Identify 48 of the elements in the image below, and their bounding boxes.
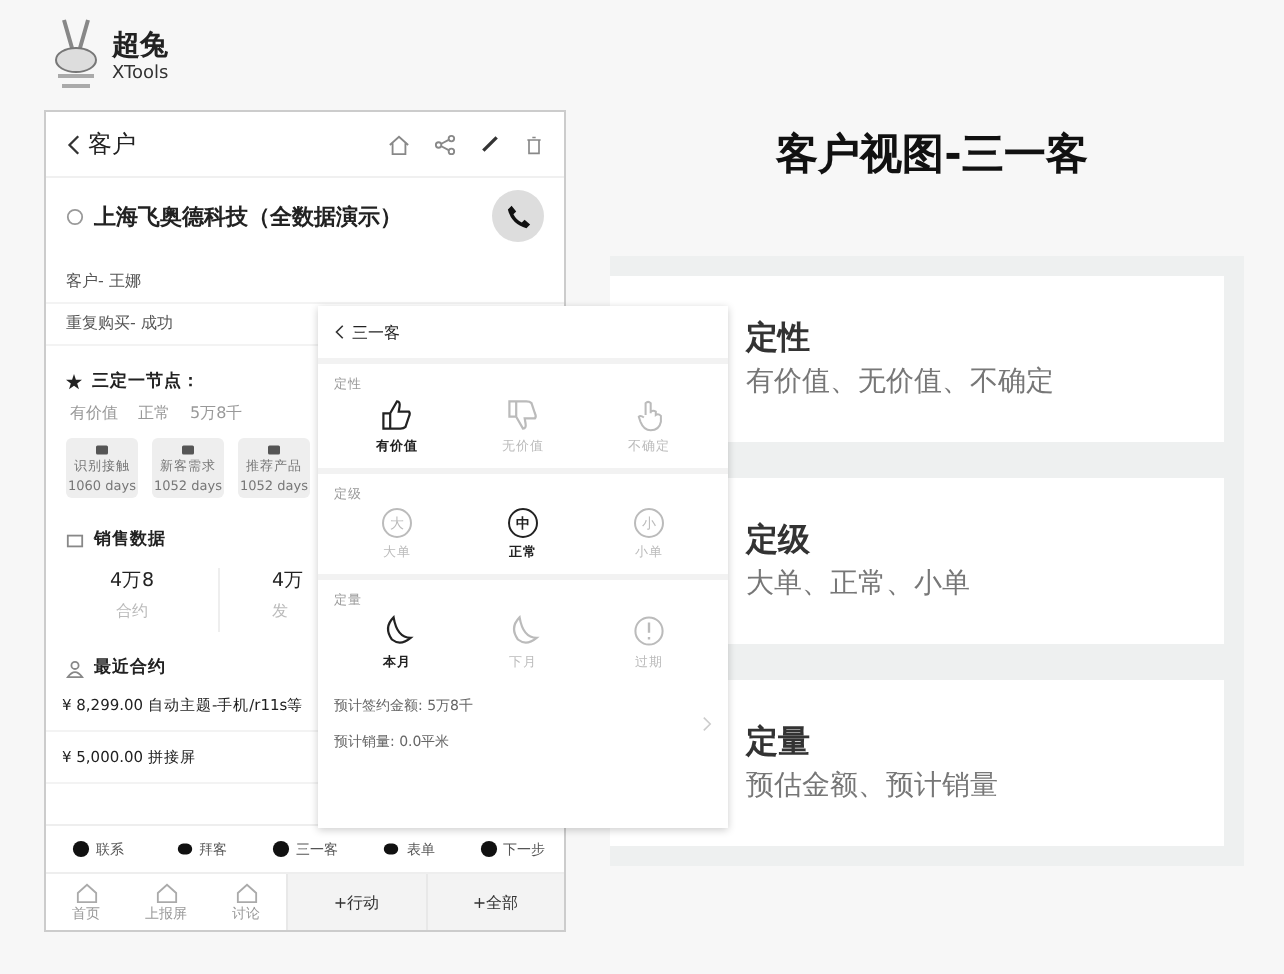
phone-icon xyxy=(505,203,531,229)
tab-icon xyxy=(75,881,97,903)
exclamation-icon xyxy=(632,614,666,648)
logo-name: 超兔 xyxy=(112,28,169,64)
stage-icon xyxy=(180,443,196,455)
thumbs-up-icon xyxy=(380,398,414,432)
stat-label: 发 xyxy=(272,600,288,622)
action-icon xyxy=(479,840,498,858)
company-name: 上海飞奥德科技（全数据演示） xyxy=(94,201,402,231)
back-icon[interactable] xyxy=(66,133,80,155)
popup-title: 三一客 xyxy=(352,321,400,343)
hand-pointer-icon xyxy=(632,398,666,432)
share-icon[interactable] xyxy=(434,133,456,155)
card-title: 定量 xyxy=(746,722,812,764)
trash-icon[interactable] xyxy=(524,133,544,155)
action-icon xyxy=(382,840,401,858)
stat-value: 4万8 xyxy=(109,568,155,594)
back-icon[interactable] xyxy=(334,324,344,340)
slide-title: 客户视图-三一客 xyxy=(773,128,1090,182)
card-title: 定级 xyxy=(746,520,812,562)
thumbs-down-icon xyxy=(506,398,540,432)
action-icon xyxy=(175,840,194,858)
card-title: 定性 xyxy=(746,318,812,360)
stat-value: 4万 xyxy=(272,568,305,594)
stat-label: 合约 xyxy=(116,600,148,622)
action-icon xyxy=(271,840,290,858)
star-icon xyxy=(66,374,82,390)
node-value: 有价值 xyxy=(70,402,118,424)
stage-icon xyxy=(266,443,282,455)
person-icon xyxy=(66,659,84,677)
stage-icon xyxy=(94,443,110,455)
section-title: 三定一节点： xyxy=(92,370,200,394)
card-text: 有价值、无价值、不确定 xyxy=(746,364,1056,400)
screen-title: 客户 xyxy=(88,127,136,161)
section-title: 销售数据 xyxy=(94,528,166,552)
tab-icon xyxy=(235,881,257,903)
node-value: 正常 xyxy=(138,402,170,424)
tab-icon xyxy=(155,881,177,903)
logo-subtitle: XTools xyxy=(112,64,169,84)
call-button[interactable] xyxy=(492,190,544,242)
customer-field: 客户- 王娜 xyxy=(46,262,564,304)
action-icon xyxy=(71,840,90,858)
home-icon[interactable] xyxy=(388,133,410,155)
card-text: 预估金额、预计销量 xyxy=(746,768,1000,804)
pencil-icon[interactable] xyxy=(480,134,500,154)
card-text: 大单、正常、小单 xyxy=(746,566,972,602)
section-title: 最近合约 xyxy=(94,656,166,680)
node-value: 5万8千 xyxy=(190,402,243,424)
